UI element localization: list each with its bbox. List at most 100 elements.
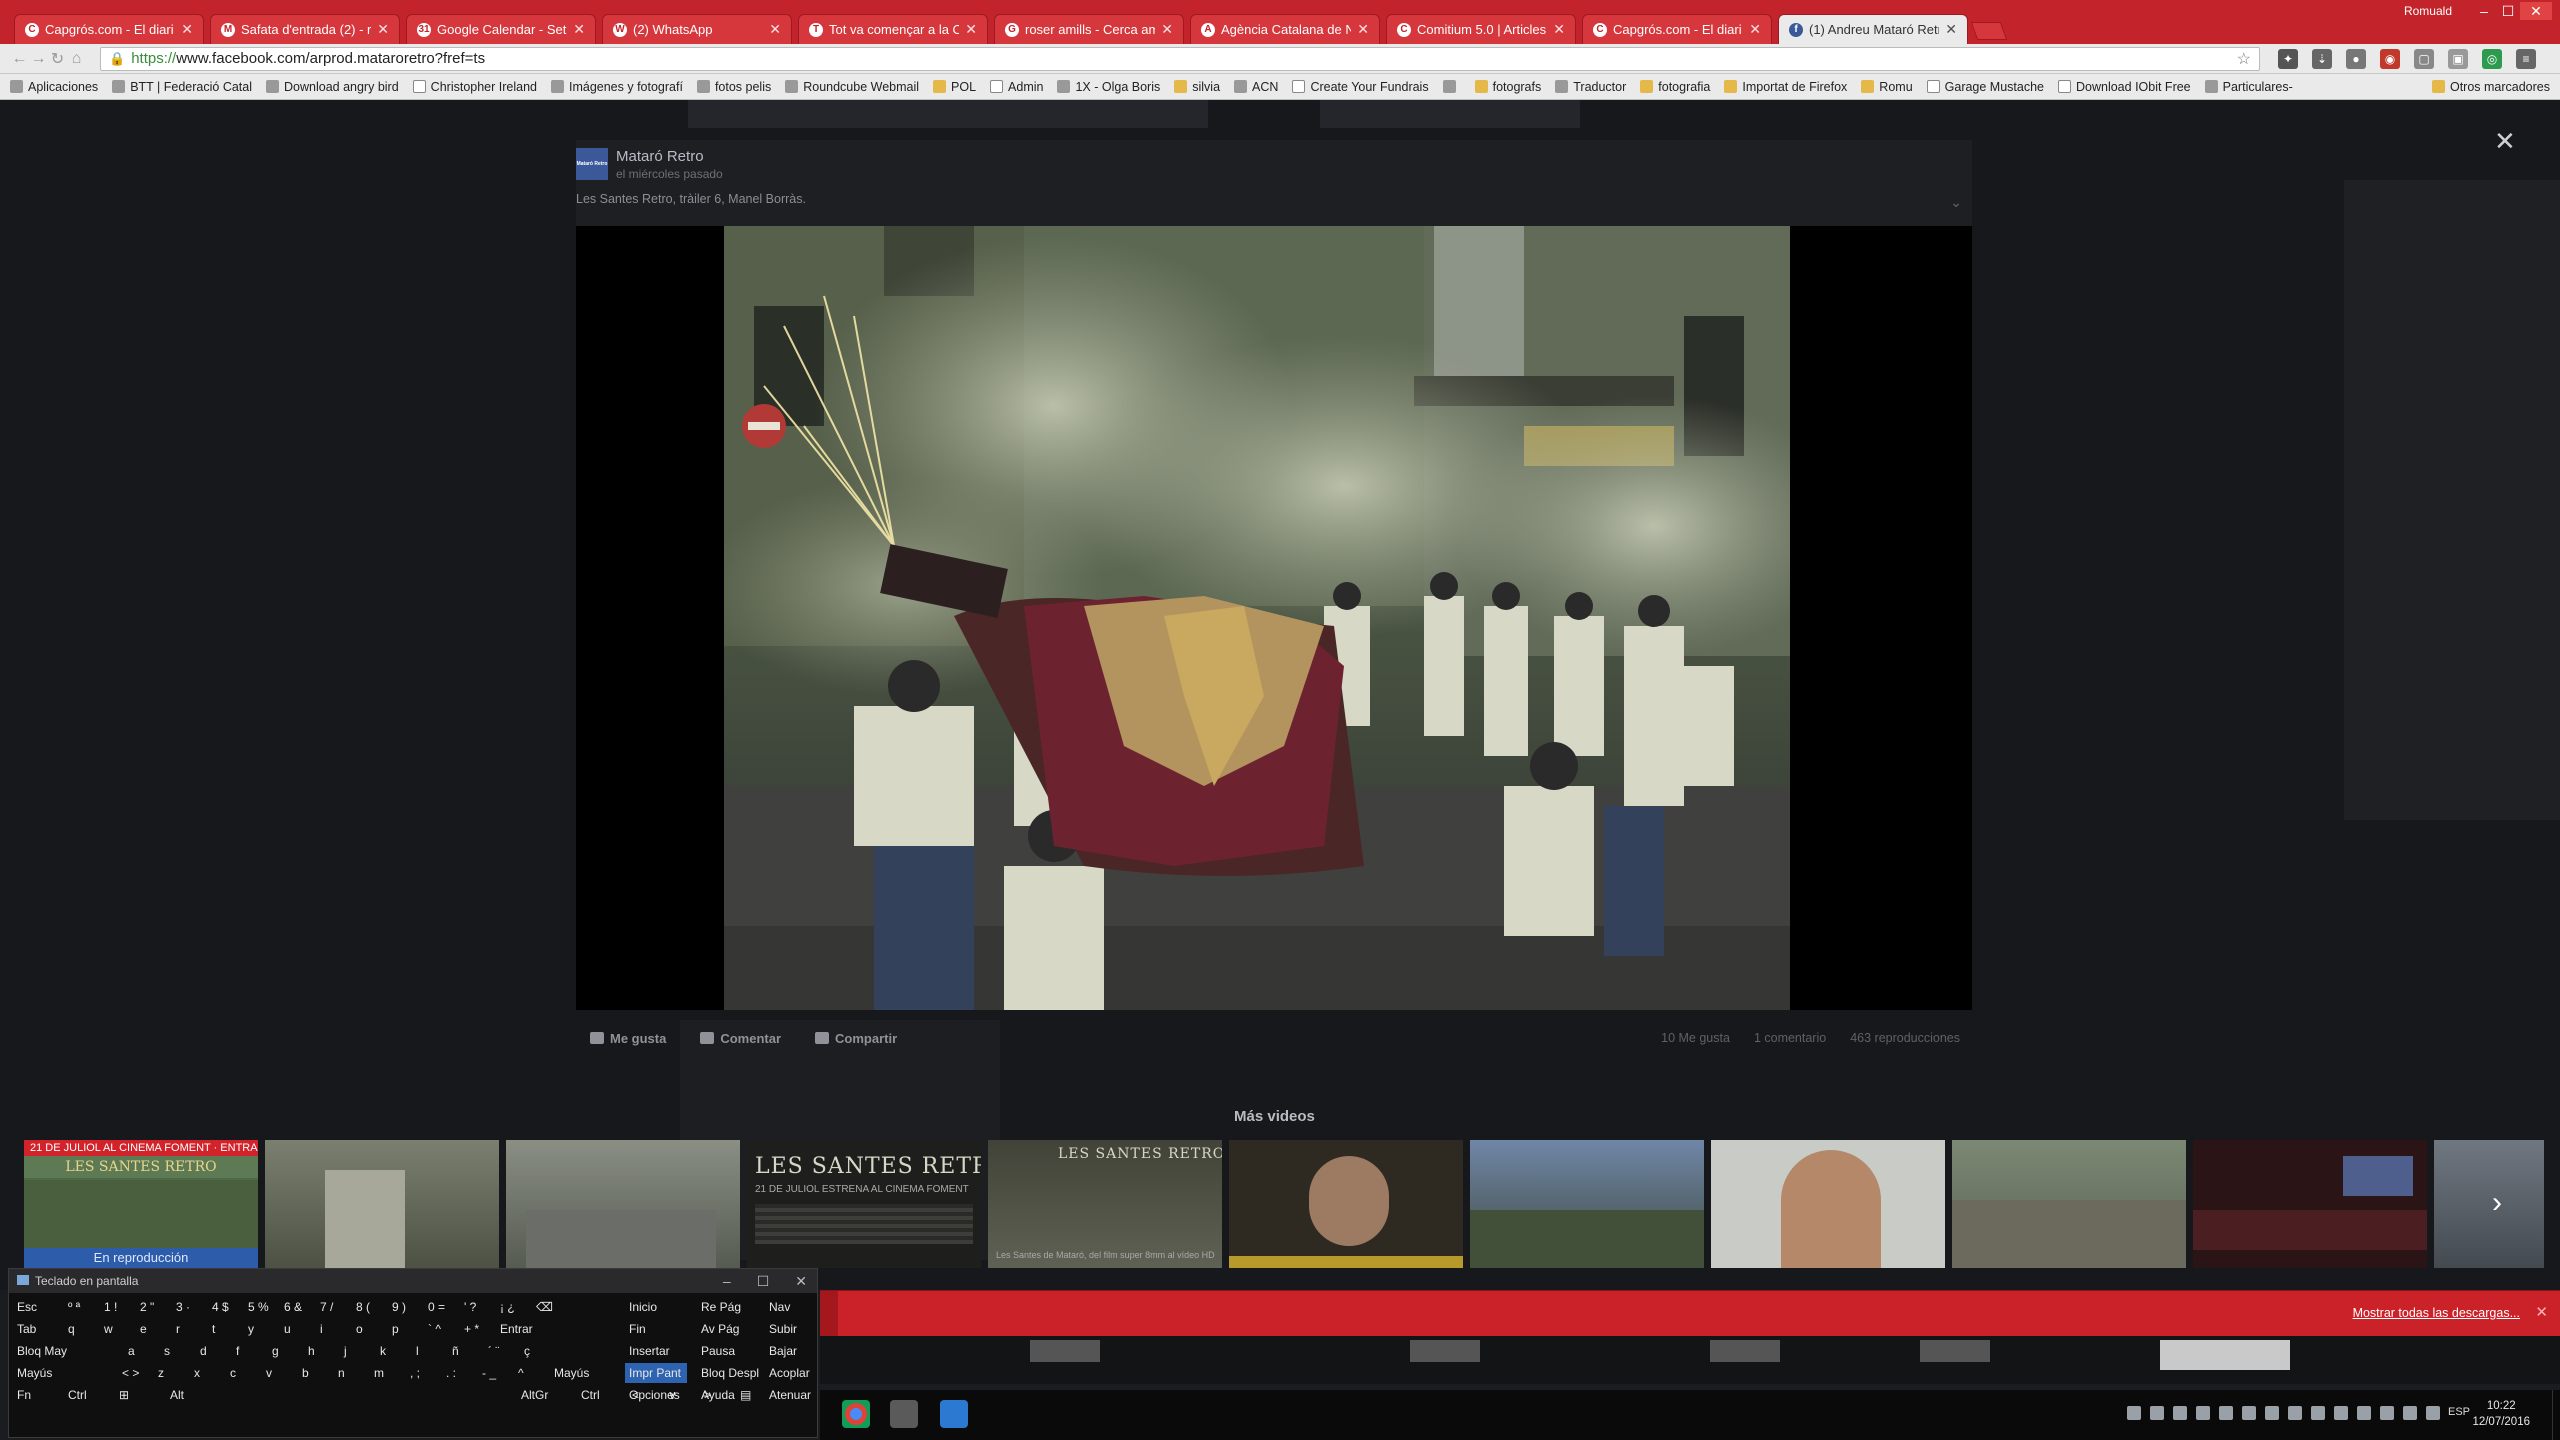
browser-tab[interactable]: f (1) Andreu Mataró Retr ✕	[1778, 14, 1968, 44]
close-tab-icon[interactable]: ✕	[769, 21, 781, 38]
minimize-icon[interactable]: –	[2472, 2, 2496, 20]
close-tab-icon[interactable]: ✕	[1357, 21, 1369, 38]
osk-key[interactable]: ´ ¨	[484, 1341, 520, 1361]
close-tab-icon[interactable]: ✕	[1945, 21, 1957, 38]
comments-count[interactable]: 1 comentario	[1754, 1031, 1826, 1045]
taskbar-clock[interactable]: 10:22 12/07/2016	[2472, 1398, 2530, 1430]
browser-tab[interactable]: W (2) WhatsApp ✕	[602, 14, 792, 44]
maximize-icon[interactable]: ☐	[757, 1269, 770, 1293]
osk-key[interactable]: Mayús	[13, 1363, 118, 1383]
bookmark-item[interactable]: Garage Mustache	[1926, 80, 2044, 94]
page-name[interactable]: Mataró Retro	[616, 148, 704, 165]
osk-key[interactable]: ' ?	[460, 1297, 496, 1317]
tray-icon[interactable]	[2242, 1406, 2256, 1420]
minimize-icon[interactable]: –	[723, 1269, 731, 1293]
osk-key[interactable]: Bajar	[765, 1341, 827, 1361]
page-avatar[interactable]: Mataró Retro	[576, 148, 608, 180]
tray-icon[interactable]	[2426, 1406, 2440, 1420]
tray-icon[interactable]	[2150, 1406, 2164, 1420]
osk-key[interactable]: AltGr	[517, 1385, 577, 1405]
browser-tab[interactable]: M Safata d'entrada (2) - rgal ✕	[210, 14, 400, 44]
comment-button[interactable]: Comentar	[700, 1031, 781, 1046]
osk-key[interactable]: Alt	[166, 1385, 217, 1405]
osk-key[interactable]: g	[268, 1341, 304, 1361]
osk-key[interactable]: 5 %	[244, 1297, 280, 1317]
close-tab-icon[interactable]: ✕	[181, 21, 193, 38]
osk-key[interactable]: . :	[442, 1363, 478, 1383]
osk-key[interactable]: ¡ ¿	[496, 1297, 532, 1317]
bookmark-item[interactable]	[1442, 80, 1461, 93]
browser-tab[interactable]: 31 Google Calendar - Setma ✕	[406, 14, 596, 44]
close-theater-icon[interactable]: ✕	[2494, 126, 2516, 157]
osk-key[interactable]: ` ^	[424, 1319, 460, 1339]
osk-key[interactable]: Impr Pant	[625, 1363, 687, 1383]
osk-key[interactable]: r	[172, 1319, 208, 1339]
tray-icon[interactable]	[2311, 1406, 2325, 1420]
video-thumbnail[interactable]	[1952, 1140, 2186, 1268]
osk-key[interactable]: Entrar	[496, 1319, 586, 1339]
osk-key[interactable]: Esc	[13, 1297, 64, 1317]
osk-key[interactable]: + *	[460, 1319, 496, 1339]
osk-key[interactable]: v	[262, 1363, 298, 1383]
osk-key[interactable]: k	[376, 1341, 412, 1361]
video-thumbnail[interactable]	[506, 1140, 740, 1268]
video-player[interactable]	[576, 226, 1972, 1010]
bookmark-item[interactable]: ACN	[1234, 80, 1278, 94]
bookmark-item[interactable]: Aplicaciones	[10, 80, 98, 94]
osk-key[interactable]: Ctrl	[64, 1385, 115, 1405]
tray-icon[interactable]	[2265, 1406, 2279, 1420]
close-downloads-icon[interactable]: ✕	[2535, 1303, 2548, 1321]
post-timestamp[interactable]: el miércoles pasado	[616, 167, 723, 181]
osk-key[interactable]: y	[244, 1319, 280, 1339]
bookmark-item[interactable]: Imágenes y fotografí	[550, 80, 683, 94]
osk-key[interactable]: i	[316, 1319, 352, 1339]
video-thumbnail[interactable]: LES SANTES RETRO 21 DE JULIOL ESTRENA AL…	[747, 1140, 981, 1268]
address-bar[interactable]: 🔒 https:// www.facebook.com/arprod.matar…	[100, 46, 2260, 71]
osk-key[interactable]: 3 ·	[172, 1297, 208, 1317]
osk-key[interactable]: j	[340, 1341, 376, 1361]
bookmark-star-icon[interactable]: ☆	[2237, 49, 2251, 69]
close-tab-icon[interactable]: ✕	[1161, 21, 1173, 38]
osk-key[interactable]: ç	[520, 1341, 556, 1361]
osk-key[interactable]: w	[100, 1319, 136, 1339]
forward-icon[interactable]: →	[29, 50, 48, 68]
osk-key[interactable]: Acoplar	[765, 1363, 827, 1383]
back-icon[interactable]: ←	[10, 50, 29, 68]
profile-name[interactable]: Romuald	[2404, 4, 2452, 18]
extension-icon[interactable]: ◎	[2482, 48, 2502, 69]
osk-key[interactable]: ⊞	[115, 1385, 166, 1405]
tray-icon[interactable]	[2288, 1406, 2302, 1420]
osk-key[interactable]: f	[232, 1341, 268, 1361]
other-bookmarks[interactable]: Otros marcadores	[2431, 80, 2550, 94]
osk-key[interactable]: ⌫	[532, 1297, 583, 1317]
video-thumbnail[interactable]	[1470, 1140, 1704, 1268]
osk-key[interactable]: Subir	[765, 1319, 827, 1339]
show-desktop-button[interactable]	[2552, 1390, 2560, 1440]
close-icon[interactable]: ✕	[795, 1269, 807, 1293]
bookmark-item[interactable]: Roundcube Webmail	[785, 80, 919, 94]
tray-icon[interactable]	[2219, 1406, 2233, 1420]
osk-key[interactable]: Opciones	[625, 1385, 687, 1405]
share-button[interactable]: Compartir	[815, 1031, 897, 1046]
bookmark-item[interactable]: Romu	[1861, 80, 1913, 94]
osk-key[interactable]: Atenuar	[765, 1385, 827, 1405]
osk-key[interactable]: a	[124, 1341, 160, 1361]
osk-key[interactable]: ñ	[448, 1341, 484, 1361]
tray-icon[interactable]	[2380, 1406, 2394, 1420]
osk-key[interactable]: Bloq May	[13, 1341, 124, 1361]
tray-icon[interactable]	[2357, 1406, 2371, 1420]
osk-key[interactable]: e	[136, 1319, 172, 1339]
close-tab-icon[interactable]: ✕	[1749, 21, 1761, 38]
osk-key[interactable]: Ayuda	[697, 1385, 759, 1405]
osk-key[interactable]: ^	[514, 1363, 550, 1383]
osk-key[interactable]	[217, 1385, 517, 1405]
osk-key[interactable]: l	[412, 1341, 448, 1361]
osk-key[interactable]: s	[160, 1341, 196, 1361]
video-thumbnail[interactable]	[1711, 1140, 1945, 1268]
close-tab-icon[interactable]: ✕	[377, 21, 389, 38]
close-tab-icon[interactable]: ✕	[573, 21, 585, 38]
extension-icon[interactable]: ✦	[2278, 48, 2298, 69]
bookmark-item[interactable]: Download IObit Free	[2058, 80, 2191, 94]
tray-icon[interactable]	[2403, 1406, 2417, 1420]
maximize-icon[interactable]: ☐	[2496, 2, 2520, 20]
